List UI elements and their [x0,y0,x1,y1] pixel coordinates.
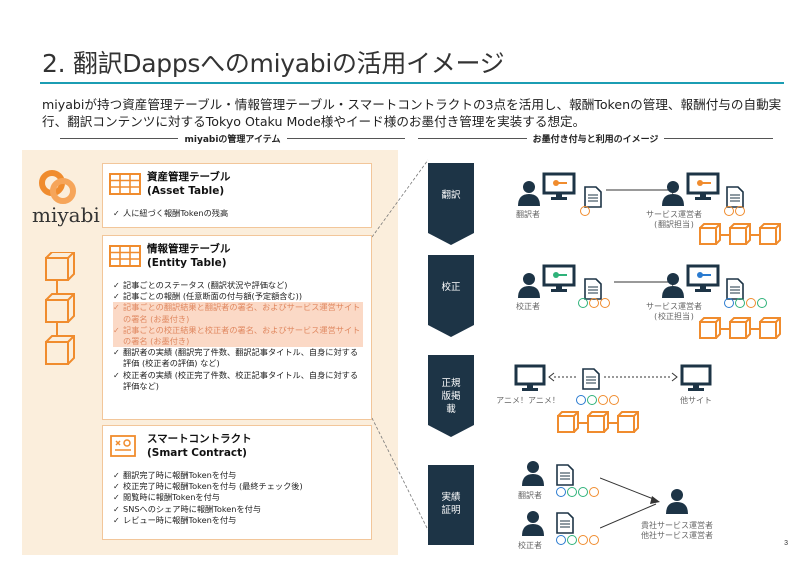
chevron-down-icon [428,233,474,245]
anime-site-caption: アニメ！アニメ！ [496,396,560,405]
proofreader-person-icon [518,273,540,298]
card-title-en: (Asset Table) [147,185,225,197]
card-item: 閲覧時に報酬Tokenを付与 [113,492,363,503]
title-rule [40,82,784,84]
operator-person-icon [662,181,684,206]
stage-translation: 翻訳 [428,163,474,245]
dashed-arrow-left-icon [548,372,578,382]
left-section-heading: miyabiの管理アイテム [60,131,405,145]
card-item: 校正完了時に報酬Tokenを付与 (最終チェック後) [113,481,363,492]
card-item: 校正者の実績 (校正完了件数、校正記事タイトル、自身に対する評価など) [113,370,363,392]
proofreader-caption: 校正者 [518,541,542,550]
blockchain-cubes-icon [557,411,639,433]
operator-person-icon [666,489,688,514]
right-section-heading: お墨付き付与と利用のイメージ [418,131,774,145]
card-item-highlight: 記事ごとの翻訳結果と翻訳者の署名、およびサービス運営サイトの署名 (お墨付き) [113,302,363,325]
stage-label: 実績証明 [441,492,461,516]
dashed-arrow-right-icon [604,372,678,382]
token-coins [556,535,599,545]
document-icon [726,186,744,208]
card-item: レビュー時に報酬Tokenを付与 [113,515,363,526]
other-site-caption: 他サイト [680,396,712,405]
entity-table-card: 情報管理テーブル (Entity Table) 記事ごとのステータス (翻訳状況… [102,235,372,420]
proofreader-person-icon [522,511,544,536]
stage-proof-of-record: 実績証明 [428,465,474,545]
card-item-highlight: 記事ごとの校正結果と校正者の署名、およびサービス運営サイトの署名 (お墨付き) [113,324,363,348]
smart-contract-card: スマートコントラクト (Smart Contract) 翻訳完了時に報酬Toke… [102,425,372,540]
token-coins [724,206,745,216]
document-icon [556,512,574,534]
chevron-down-icon [428,325,474,337]
card-item: SNSへのシェア時に報酬Tokenを付与 [113,504,363,515]
card-title: 情報管理テーブル (Entity Table) [147,242,230,270]
card-item: 翻訳完了時に報酬Tokenを付与 [113,470,363,481]
blockchain-cubes-icon [699,317,781,339]
blockchain-cubes-icon [699,223,781,245]
card-item: 記事ごとのステータス (翻訳状況や評価など) [113,280,363,291]
monitor-icon [680,364,712,391]
card-item: 記事ごとの報酬 (任意断面の付与額(予定額含む)) [113,291,363,302]
connector-lines [372,159,429,531]
intro-text: miyabiが持つ資産管理テーブル・情報管理テーブル・スマートコントラクトの3点… [42,97,782,129]
page-number: 3 [784,540,788,547]
document-icon [584,278,602,300]
monitor-icon [686,172,720,200]
card-title-ja: 情報管理テーブル [147,243,231,255]
card-item: 翻訳者の実績 (翻訳完了件数、翻訳記事タイトル、自身に対する評価 (校正者の評価… [113,347,363,369]
translator-caption: 翻訳者 [516,210,540,219]
monitor-icon [514,364,546,391]
stage-official-publish: 正規版掲載 [428,355,474,437]
document-icon [584,186,602,208]
card-title-ja: 資産管理テーブル [147,171,231,183]
operator-person-icon [662,273,684,298]
card-item: 人に紐づく報酬Tokenの残高 [113,208,363,219]
card-title: 資産管理テーブル (Asset Table) [147,170,230,198]
operators-caption: 貴社サービス運営者 他社サービス運営者 [641,521,713,540]
contract-icon [110,435,136,457]
card-title-en: (Entity Table) [147,257,227,269]
proofreader-caption: 校正者 [516,302,540,311]
card-title: スマートコントラクト (Smart Contract) [147,432,252,460]
translator-person-icon [522,461,544,486]
table-icon [109,173,141,195]
token-coins [576,395,619,405]
slide-title: 2. 翻訳Dappsへのmiyabiの活用イメージ [42,49,505,78]
document-icon [582,368,600,390]
left-heading-text: miyabiの管理アイテム [184,134,281,145]
monitor-icon [542,172,576,200]
token-coins [724,298,767,308]
blockchain-icon [45,252,75,365]
miyabi-logo-text: miyabi [32,203,100,227]
card-title-ja: スマートコントラクト [147,433,252,445]
stage-label: 翻訳 [441,190,461,201]
right-heading-text: お墨付き付与と利用のイメージ [532,134,659,145]
token-coins [578,298,610,308]
document-icon [726,278,744,300]
stage-label: 正規版掲載 [441,378,461,415]
translator-caption: 翻訳者 [518,491,542,500]
card-title-en: (Smart Contract) [147,447,247,459]
stage-proofreading: 校正 [428,255,474,337]
asset-table-card: 資産管理テーブル (Asset Table) 人に紐づく報酬Tokenの残高 [102,163,372,228]
table-icon [109,245,141,267]
stage-label: 校正 [441,282,461,293]
monitor-icon [686,264,720,292]
token-coins [580,206,590,216]
document-icon [556,464,574,486]
chevron-down-icon [428,425,474,437]
translator-person-icon [518,181,540,206]
token-coins [556,487,599,497]
monitor-icon [542,264,576,292]
